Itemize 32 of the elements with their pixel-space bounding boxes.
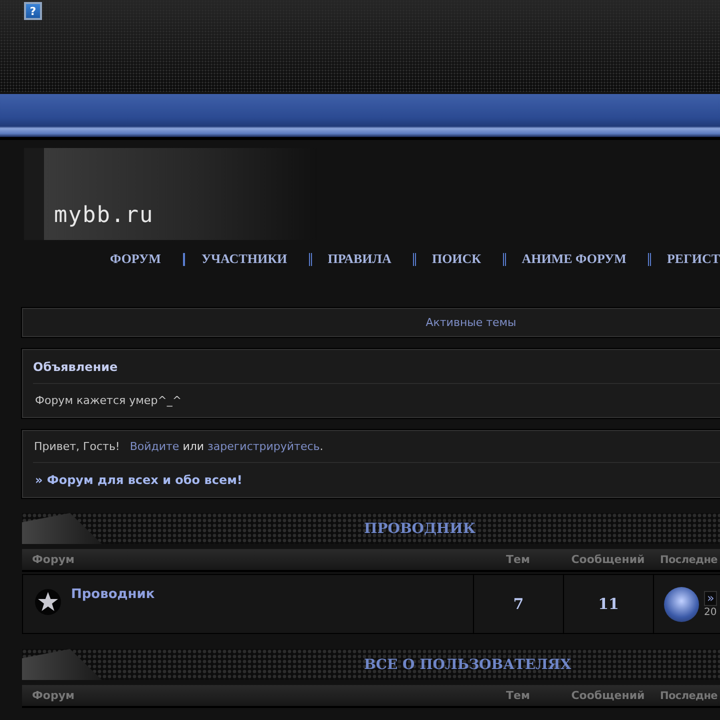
topic-count: 7 <box>474 575 564 633</box>
column-header: Сообщений <box>570 689 646 702</box>
register-link[interactable]: зарегистрируйтесь <box>208 440 320 453</box>
login-prompt: Войдите или зарегистрируйтесь. <box>130 440 324 453</box>
greeting-text: Привет, Гость! <box>34 440 120 453</box>
nav-link[interactable]: ФОРУМ <box>110 251 161 267</box>
avatar <box>664 586 699 622</box>
column-header: Последне <box>659 690 718 702</box>
help-button[interactable]: ? <box>24 2 42 20</box>
announcement-text: Форум кажется умер^_^ <box>34 393 183 409</box>
announcement-title: Объявление <box>33 350 720 384</box>
nav-link[interactable]: АНИМЕ ФОРУМ <box>522 251 626 267</box>
login-link[interactable]: Войдите <box>130 440 180 453</box>
category-title: ВСЕ О ПОЛЬЗОВАТЕЛЯХ <box>364 656 572 672</box>
nav-link[interactable]: ПОИСК <box>432 251 482 267</box>
category-title: ПРОВОДНИК <box>364 520 476 536</box>
nav-link[interactable]: УЧАСТНИКИ <box>201 251 288 267</box>
last-post-date: 20 <box>704 606 718 618</box>
nav-link[interactable]: ПРАВИЛА <box>328 251 392 267</box>
column-header: Тем <box>505 553 531 566</box>
column-header: Форум <box>31 553 76 566</box>
last-post-link[interactable]: » <box>704 590 718 606</box>
logo-text: mybb.ru <box>54 203 154 228</box>
column-header: Форум <box>31 689 76 702</box>
active-topics-link[interactable]: Активные темы <box>426 316 516 329</box>
forum-link[interactable]: Проводник <box>71 587 155 602</box>
column-header: Сообщений <box>570 553 646 566</box>
post-count: 11 <box>564 575 654 633</box>
column-header: Последне <box>659 554 718 566</box>
column-header: Тем <box>505 689 531 702</box>
nav-link[interactable]: РЕГИСТ <box>666 251 720 267</box>
board-title: » Форум для всех и обо всем! <box>34 472 244 489</box>
